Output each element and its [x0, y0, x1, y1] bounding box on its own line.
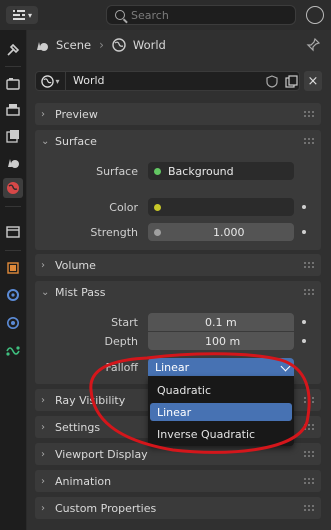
physics-icon: [7, 317, 19, 329]
options-icon[interactable]: [306, 6, 324, 24]
editor-type-selector[interactable]: ▾: [6, 6, 38, 24]
mist-start-label: Start: [111, 316, 138, 329]
tab-render[interactable]: [3, 74, 23, 94]
panel-volume-title: Volume: [55, 258, 96, 272]
pin-icon[interactable]: [306, 38, 320, 52]
world-icon: [112, 38, 126, 52]
color-socket-icon: [154, 204, 161, 211]
tab-output[interactable]: [3, 100, 23, 120]
color-field[interactable]: [148, 198, 294, 216]
drag-handle-icon[interactable]: [303, 137, 315, 145]
render-icon: [6, 78, 20, 90]
chevron-down-icon: ⌄: [41, 135, 50, 147]
breadcrumb-separator-icon: ›: [99, 38, 104, 52]
panel-animation-title: Animation: [55, 474, 112, 488]
drag-handle-icon[interactable]: [303, 504, 315, 512]
chevron-down-icon: ▾: [55, 76, 60, 86]
view-layer-icon: [6, 130, 19, 143]
tab-world[interactable]: [3, 178, 23, 198]
world-icon: [41, 74, 55, 88]
drag-handle-icon[interactable]: [303, 110, 315, 118]
tab-physics[interactable]: [3, 313, 23, 333]
tab-object-data[interactable]: [3, 341, 23, 361]
duplicate-button[interactable]: [282, 72, 300, 90]
panel-surface-title: Surface: [55, 134, 97, 148]
panel-surface-header[interactable]: ⌄ Surface: [35, 130, 321, 152]
tab-object[interactable]: [3, 258, 23, 278]
chevron-right-icon: ›: [41, 394, 45, 406]
fake-user-button[interactable]: [263, 72, 281, 90]
modifier-icon: [7, 289, 19, 301]
chevron-right-icon: ›: [41, 502, 45, 514]
keyframe-dot-icon[interactable]: [302, 230, 306, 234]
mist-depth-value: 100 m: [205, 335, 241, 348]
keyframe-dot-icon[interactable]: [302, 339, 306, 343]
search-input[interactable]: Search: [106, 5, 296, 25]
panel-custom-properties-header[interactable]: › Custom Properties: [35, 497, 321, 519]
scene-icon: [8, 159, 19, 168]
collection-icon: [6, 226, 20, 238]
output-icon: [6, 104, 20, 116]
panel-animation-header[interactable]: › Animation: [35, 470, 321, 492]
float-socket-icon: [154, 229, 161, 236]
color-label: Color: [109, 201, 138, 214]
world-name-value[interactable]: World: [73, 74, 105, 87]
properties-icon: [12, 9, 25, 20]
close-icon: ×: [307, 73, 319, 89]
panel-mist-header[interactable]: ⌄ Mist Pass: [35, 281, 321, 303]
world-browse-button[interactable]: ▾: [36, 72, 66, 90]
tab-view-layer[interactable]: [3, 126, 23, 146]
annotation-circle: [89, 352, 311, 454]
tab-modifier[interactable]: [3, 285, 23, 305]
drag-handle-icon[interactable]: [303, 261, 315, 269]
chevron-down-icon: ▾: [27, 10, 32, 20]
drag-handle-icon[interactable]: [303, 477, 315, 485]
tab-scene[interactable]: [3, 152, 23, 172]
panel-mist-title: Mist Pass: [55, 285, 106, 299]
duplicate-icon: [284, 74, 298, 88]
strength-label: Strength: [90, 226, 138, 239]
search-placeholder: Search: [131, 8, 169, 22]
strength-value: 1.000: [213, 226, 245, 239]
breadcrumb-scene: Scene: [56, 38, 92, 52]
drag-handle-icon[interactable]: [303, 288, 315, 296]
object-icon: [7, 262, 19, 274]
chevron-right-icon: ›: [41, 259, 45, 271]
surface-label: Surface: [96, 165, 138, 178]
mist-start-value: 0.1 m: [205, 316, 237, 329]
panel-preview-title: Preview: [55, 107, 98, 121]
world-icon: [7, 182, 19, 194]
breadcrumb: Scene › World: [35, 35, 166, 55]
chevron-right-icon: ›: [41, 421, 45, 433]
tab-collection[interactable]: [3, 222, 23, 242]
chevron-right-icon: ›: [41, 108, 45, 120]
search-icon: [115, 10, 125, 20]
panel-preview-header[interactable]: › Preview: [35, 103, 321, 125]
panel-volume-header[interactable]: › Volume: [35, 254, 321, 276]
breadcrumb-world: World: [132, 38, 166, 52]
mist-depth-label: Depth: [104, 335, 138, 348]
scene-icon: [37, 42, 48, 51]
object-data-icon: [6, 346, 20, 356]
chevron-right-icon: ›: [41, 448, 45, 460]
shader-socket-icon: [154, 168, 161, 175]
keyframe-dot-icon[interactable]: [302, 320, 306, 324]
chevron-down-icon: ⌄: [41, 286, 50, 298]
surface-shader-value: Background: [168, 165, 234, 178]
properties-tab-bar: [0, 30, 27, 530]
tool-icon: [7, 43, 20, 56]
chevron-right-icon: ›: [41, 475, 45, 487]
shield-icon: [266, 74, 278, 88]
keyframe-dot-icon[interactable]: [302, 205, 306, 209]
tab-tool[interactable]: [3, 40, 23, 60]
unlink-button[interactable]: ×: [304, 71, 322, 91]
panel-custom-properties-title: Custom Properties: [55, 501, 157, 515]
